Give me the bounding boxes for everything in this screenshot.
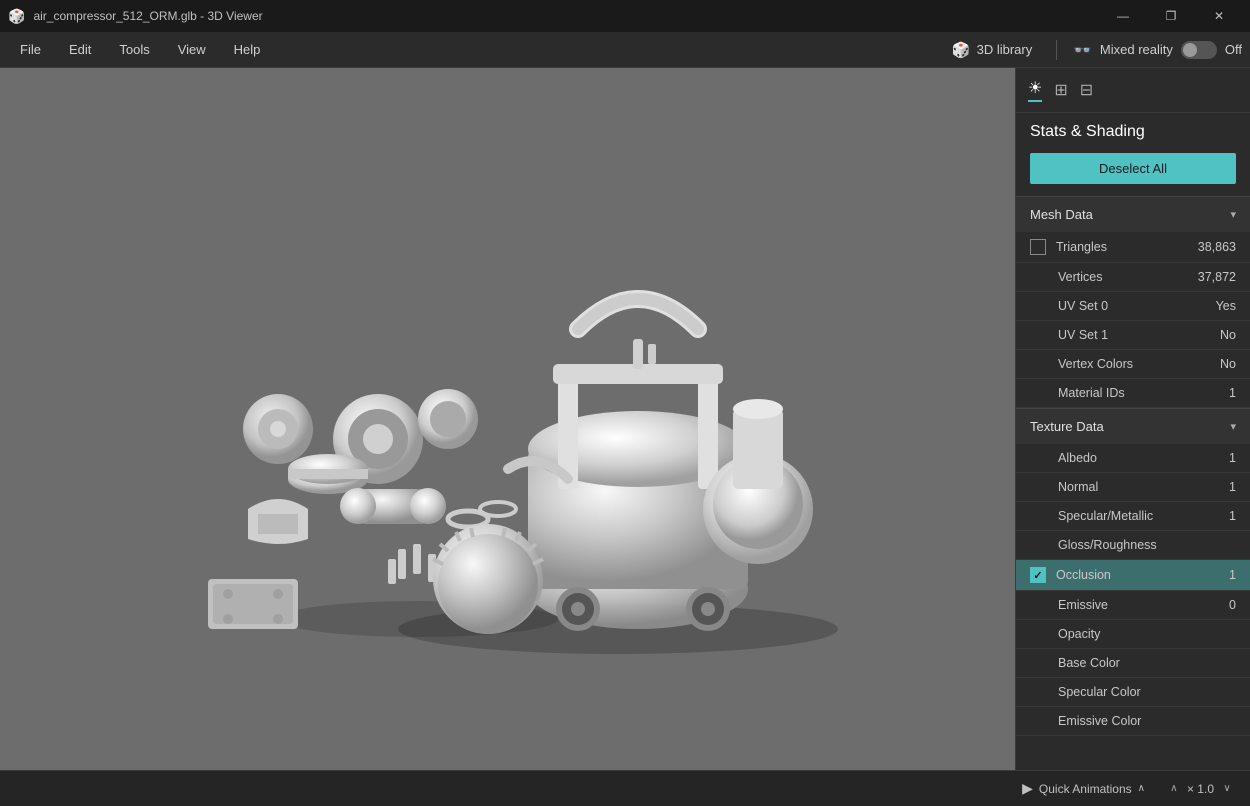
viewport[interactable]: [0, 68, 1015, 770]
zoom-section: ∧ × 1.0 ∨: [1165, 780, 1236, 798]
table-row: Gloss/Roughness: [1016, 531, 1250, 560]
uvset0-value: Yes: [1216, 299, 1236, 313]
table-row: Triangles 38,863: [1016, 232, 1250, 263]
albedo-value: 1: [1229, 451, 1236, 465]
triangles-label: Triangles: [1056, 240, 1107, 254]
table-row: Specular Color: [1016, 678, 1250, 707]
mixed-reality-section: 👓 Mixed reality Off: [1073, 41, 1242, 59]
vertices-value: 37,872: [1198, 270, 1236, 284]
titlebar-left: 🎲 air_compressor_512_ORM.glb - 3D Viewer: [8, 8, 263, 25]
vertex-colors-label: Vertex Colors: [1058, 357, 1133, 371]
specular-color-label: Specular Color: [1058, 685, 1141, 699]
mesh-data-label: Mesh Data: [1030, 207, 1093, 222]
menubar-separator: [1056, 40, 1057, 60]
menubar-left: File Edit Tools View Help: [8, 38, 272, 61]
triangles-checkbox[interactable]: [1030, 239, 1046, 255]
material-ids-value: 1: [1229, 386, 1236, 400]
vertex-colors-value: No: [1220, 357, 1236, 371]
table-row: Occlusion 1: [1016, 560, 1250, 591]
table-row: Vertex Colors No: [1016, 350, 1250, 379]
menu-edit[interactable]: Edit: [57, 38, 103, 61]
library-button[interactable]: 🎲 3D library: [944, 37, 1040, 63]
texture-data-section-header[interactable]: Texture Data ▾: [1016, 408, 1250, 444]
quick-animations-chevron-up: ∧: [1138, 783, 1145, 794]
occlusion-checkbox[interactable]: [1030, 567, 1046, 583]
panel-toolbar: ☀ ⊞ ⊟: [1016, 68, 1250, 113]
zoom-value: × 1.0: [1187, 782, 1214, 796]
occlusion-value: 1: [1229, 568, 1236, 582]
window-title: air_compressor_512_ORM.glb - 3D Viewer: [33, 9, 262, 23]
emissive-label: Emissive: [1058, 598, 1108, 612]
zoom-down-button[interactable]: ∨: [1218, 780, 1236, 798]
grid-icon[interactable]: ⊞: [1054, 80, 1067, 100]
table-row: Opacity: [1016, 620, 1250, 649]
menu-tools[interactable]: Tools: [107, 38, 161, 61]
albedo-label: Albedo: [1058, 451, 1097, 465]
table-row: Vertices 37,872: [1016, 263, 1250, 292]
model-svg: [118, 169, 898, 669]
table-row: Albedo 1: [1016, 444, 1250, 473]
minimize-button[interactable]: —: [1100, 0, 1146, 32]
main: ☀ ⊞ ⊟ Stats & Shading Deselect All Mesh …: [0, 68, 1250, 770]
triangles-value: 38,863: [1198, 240, 1236, 254]
sun-icon[interactable]: ☀: [1028, 78, 1042, 102]
table-row: UV Set 1 No: [1016, 321, 1250, 350]
close-button[interactable]: ✕: [1196, 0, 1242, 32]
toggle-off-label: Off: [1225, 42, 1242, 57]
deselect-all-button[interactable]: Deselect All: [1030, 153, 1236, 184]
zoom-up-button[interactable]: ∧: [1165, 780, 1183, 798]
table-row: Base Color: [1016, 649, 1250, 678]
uvset1-label: UV Set 1: [1058, 328, 1108, 342]
uvset1-value: No: [1220, 328, 1236, 342]
menu-view[interactable]: View: [166, 38, 218, 61]
mesh-data-section-header[interactable]: Mesh Data ▾: [1016, 196, 1250, 232]
table-row: Emissive Color: [1016, 707, 1250, 736]
table-row: Specular/Metallic 1: [1016, 502, 1250, 531]
specular-metallic-value: 1: [1229, 509, 1236, 523]
normal-label: Normal: [1058, 480, 1098, 494]
titlebar: 🎲 air_compressor_512_ORM.glb - 3D Viewer…: [0, 0, 1250, 32]
base-color-label: Base Color: [1058, 656, 1120, 670]
opacity-label: Opacity: [1058, 627, 1100, 641]
bottombar: ▶ Quick Animations ∧ ∧ × 1.0 ∨: [0, 770, 1250, 806]
triangles-checkbox-wrap: Triangles: [1030, 239, 1107, 255]
texture-data-label: Texture Data: [1030, 419, 1104, 434]
mixed-reality-toggle[interactable]: [1181, 41, 1217, 59]
occlusion-label: Occlusion: [1056, 568, 1111, 582]
mixed-reality-label: Mixed reality: [1100, 42, 1173, 57]
emissive-color-label: Emissive Color: [1058, 714, 1141, 728]
mesh-data-chevron: ▾: [1230, 208, 1236, 221]
vertices-label: Vertices: [1058, 270, 1102, 284]
library-icon: 🎲: [952, 41, 971, 59]
table-row: Emissive 0: [1016, 591, 1250, 620]
restore-button[interactable]: ❐: [1148, 0, 1194, 32]
quick-animations-label: Quick Animations: [1039, 782, 1132, 796]
mixed-reality-icon: 👓: [1073, 41, 1092, 59]
library-label: 3D library: [977, 42, 1033, 57]
gloss-roughness-label: Gloss/Roughness: [1058, 538, 1157, 552]
menubar: File Edit Tools View Help 🎲 3D library 👓…: [0, 32, 1250, 68]
table-row: Normal 1: [1016, 473, 1250, 502]
material-ids-label: Material IDs: [1058, 386, 1125, 400]
quick-animations-section[interactable]: ▶ Quick Animations ∧: [1022, 780, 1145, 797]
occlusion-checkbox-wrap: Occlusion: [1030, 567, 1111, 583]
menubar-right: 🎲 3D library 👓 Mixed reality Off: [944, 37, 1242, 63]
3d-model-container: [118, 169, 898, 669]
table-icon[interactable]: ⊟: [1080, 80, 1093, 100]
table-row: Material IDs 1: [1016, 379, 1250, 408]
emissive-value: 0: [1229, 598, 1236, 612]
normal-value: 1: [1229, 480, 1236, 494]
quick-animations-icon: ▶: [1022, 780, 1033, 797]
table-row: UV Set 0 Yes: [1016, 292, 1250, 321]
app-icon: 🎲: [8, 8, 25, 25]
panel-title: Stats & Shading: [1016, 113, 1250, 149]
menu-file[interactable]: File: [8, 38, 53, 61]
right-panel: ☀ ⊞ ⊟ Stats & Shading Deselect All Mesh …: [1015, 68, 1250, 770]
uvset0-label: UV Set 0: [1058, 299, 1108, 313]
titlebar-controls: — ❐ ✕: [1100, 0, 1242, 32]
toggle-knob: [1183, 43, 1197, 57]
menu-help[interactable]: Help: [222, 38, 273, 61]
texture-data-chevron: ▾: [1230, 420, 1236, 433]
specular-metallic-label: Specular/Metallic: [1058, 509, 1153, 523]
